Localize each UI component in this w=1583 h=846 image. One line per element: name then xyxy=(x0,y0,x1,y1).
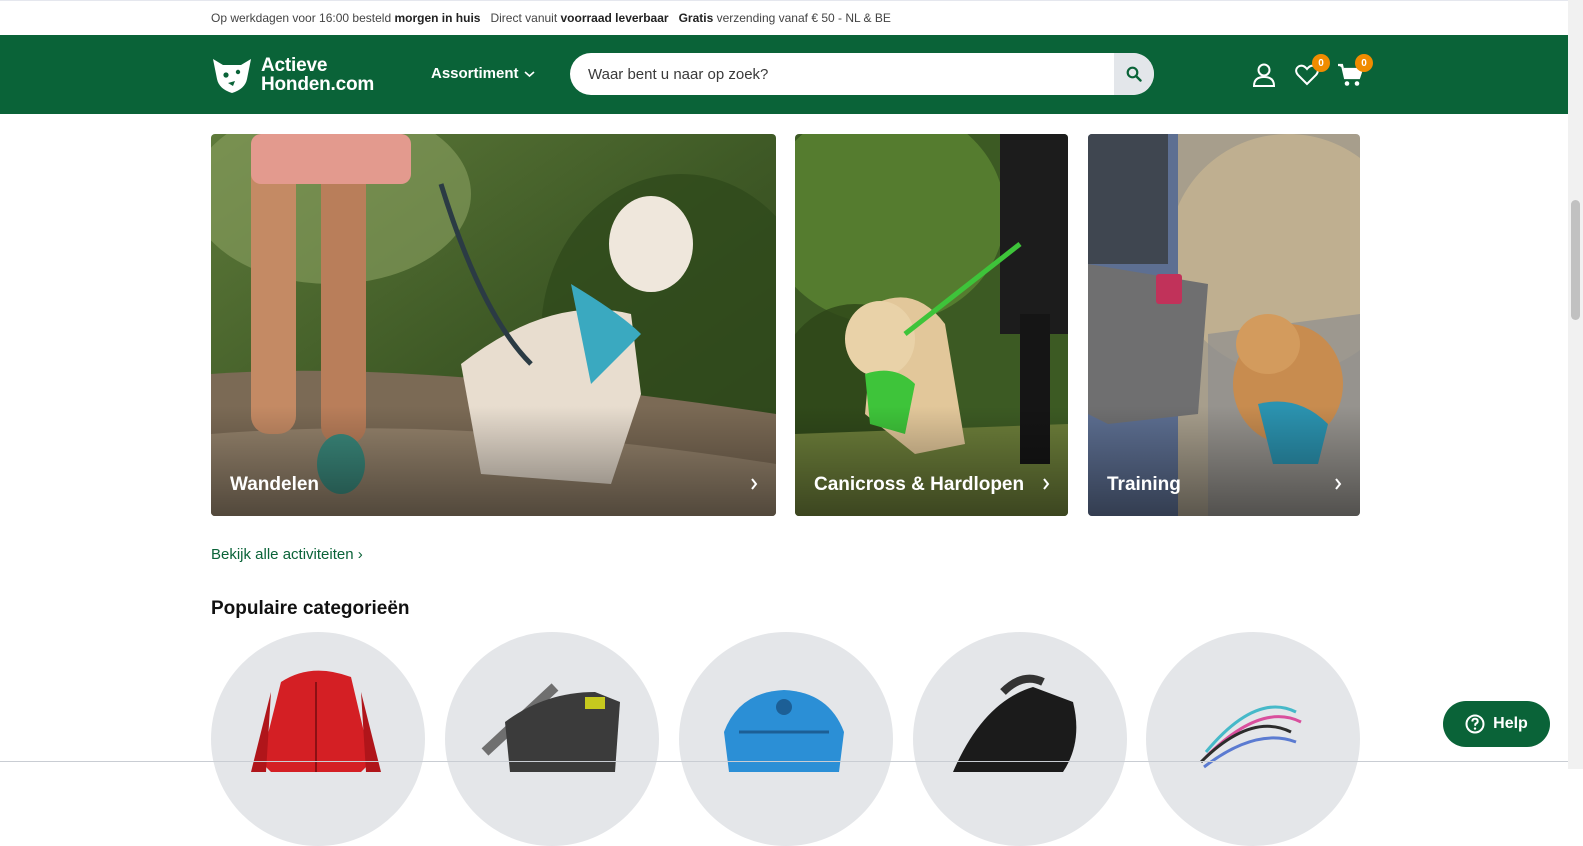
see-all-label: Bekijk alle activiteiten xyxy=(211,546,354,563)
usp-bar: Op werkdagen voor 16:00 besteld morgen i… xyxy=(0,0,1583,35)
category-harnesses[interactable] xyxy=(679,632,893,846)
dog-logo-icon xyxy=(213,59,251,93)
assortment-label: Assortiment xyxy=(431,65,519,82)
help-label: Help xyxy=(1493,715,1528,732)
search-input[interactable] xyxy=(570,53,1114,95)
chevron-right-icon xyxy=(751,478,758,490)
chevron-right-icon xyxy=(1043,478,1050,490)
tile-shade xyxy=(1088,406,1360,516)
cart-count-badge: 0 xyxy=(1355,54,1373,72)
chevron-right-icon: › xyxy=(357,546,363,563)
site-header: Actieve Honden.com Assortiment 0 xyxy=(0,35,1568,114)
page-scrollbar[interactable] xyxy=(1568,0,1583,769)
category-jackets[interactable] xyxy=(211,632,425,846)
tile-label: Wandelen xyxy=(230,474,320,495)
viewport-divider xyxy=(0,761,1568,762)
activity-tile-canicross[interactable]: Canicross & Hardlopen xyxy=(795,134,1068,516)
usp-stock-bold: voorraad leverbaar xyxy=(560,11,669,25)
leashes-image xyxy=(1199,705,1302,769)
usp-stock: Direct vanuit voorraad leverbaar xyxy=(490,11,668,25)
usp-delivery-text: Op werkdagen voor 16:00 besteld xyxy=(211,11,395,25)
account-button[interactable] xyxy=(1251,62,1277,88)
black-belt-image xyxy=(953,674,1077,772)
logo-line-2: Honden.com xyxy=(261,74,375,95)
activity-tile-training[interactable]: Training xyxy=(1088,134,1360,516)
tile-label: Canicross & Hardlopen xyxy=(814,474,1025,495)
chevron-right-icon xyxy=(1335,478,1342,490)
wishlist-button[interactable]: 0 xyxy=(1294,54,1330,88)
usp-shipping: Gratis verzending vanaf € 50 - NL & BE xyxy=(679,11,891,25)
usp-shipping-bold: Gratis xyxy=(678,11,714,25)
red-jacket-image xyxy=(251,670,381,772)
assortment-menu[interactable]: Assortiment xyxy=(431,65,535,82)
usp-shipping-text: verzending vanaf € 50 - NL & BE xyxy=(713,11,891,25)
site-logo[interactable]: Actieve Honden.com xyxy=(211,54,396,96)
treat-bag-image xyxy=(481,683,620,772)
wishlist-count-badge: 0 xyxy=(1312,54,1330,72)
cart-button[interactable]: 0 xyxy=(1337,54,1373,88)
question-circle-icon xyxy=(1465,714,1485,734)
logo-text: Actieve Honden.com xyxy=(261,56,374,94)
section-title-popular: Populaire categorieën xyxy=(211,598,410,619)
category-treat-bags[interactable] xyxy=(445,632,659,846)
category-belts[interactable] xyxy=(913,632,1127,846)
usp-delivery: Op werkdagen voor 16:00 besteld morgen i… xyxy=(211,11,480,25)
search-icon xyxy=(1126,66,1142,82)
scrollbar-thumb[interactable] xyxy=(1571,200,1580,320)
see-all-activities-link[interactable]: Bekijk alle activiteiten › xyxy=(211,546,363,563)
blue-harness-image xyxy=(724,690,844,772)
tile-shade xyxy=(211,406,776,516)
usp-stock-text: Direct vanuit xyxy=(490,11,561,25)
tile-shade xyxy=(795,406,1068,516)
tile-label: Training xyxy=(1107,474,1181,495)
logo-line-1: Actieve xyxy=(261,55,328,76)
search-button[interactable] xyxy=(1114,53,1154,95)
chevron-down-icon xyxy=(523,70,535,77)
user-icon xyxy=(1252,63,1276,87)
search-bar xyxy=(570,53,1154,95)
usp-delivery-bold: morgen in huis xyxy=(394,11,481,25)
activity-tile-wandelen[interactable]: Wandelen xyxy=(211,134,776,516)
help-button[interactable]: Help xyxy=(1443,701,1550,747)
category-leashes[interactable] xyxy=(1146,632,1360,846)
